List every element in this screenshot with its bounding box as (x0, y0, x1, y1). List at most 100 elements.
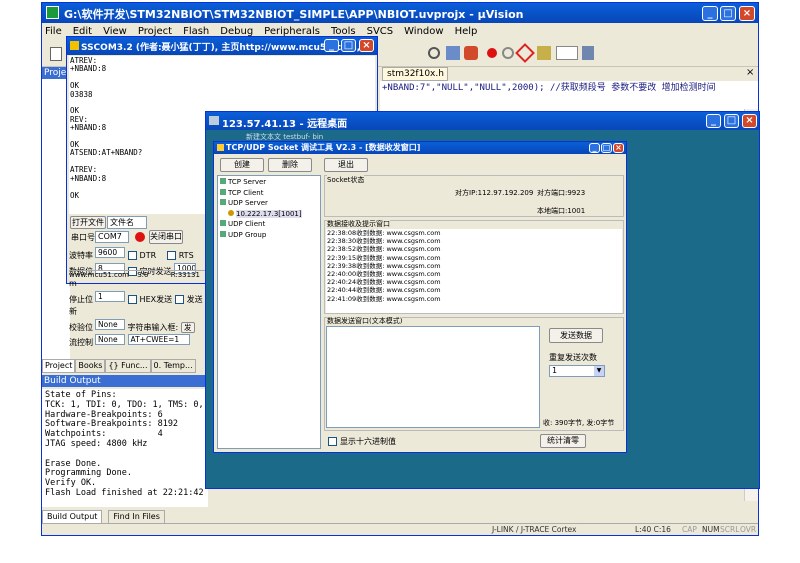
sscom-maximize-button[interactable]: □ (341, 39, 356, 52)
socket-tree: TCP Server TCP Client UDP Server 10.222.… (217, 175, 321, 449)
website-label: www.mcu51.com (69, 271, 129, 279)
build-output-title: Build Output (44, 376, 101, 386)
tree-udp-group[interactable]: UDP Group (220, 230, 320, 241)
minimize-button[interactable]: _ (702, 6, 718, 21)
computer-icon (220, 220, 226, 226)
tcpudp-titlebar: TCP/UDP Socket 调试工具 V2.3 - [数据收发窗口] _ □ … (214, 142, 626, 154)
code-line: +NBAND:7","NULL","NULL",2000); //获取频段号 参… (382, 83, 716, 93)
computer-icon (220, 188, 226, 195)
sscom-log-line: OK (70, 81, 80, 91)
menu-window[interactable]: Window (404, 26, 443, 37)
create-button[interactable]: 创建 (220, 158, 264, 172)
tree-udp-server[interactable]: UDP Server (220, 198, 320, 209)
menu-help[interactable]: Help (455, 26, 478, 37)
peer-port: 对方端口:9923 (537, 189, 586, 197)
open-file-button[interactable]: 打开文件 (70, 216, 106, 229)
port-select[interactable]: COM7 (95, 231, 129, 243)
build-output-line: JTAG speed: 4800 kHz (45, 438, 148, 449)
status-position: L:40 C:16 (635, 525, 671, 534)
tab-functions[interactable]: {} Func... (105, 359, 151, 373)
remote-titlebar: 123.57.41.13 - 远程桌面 _ □ × (206, 112, 759, 130)
tab-project[interactable]: Project (42, 359, 76, 373)
tab-build-output[interactable]: Build Output (42, 510, 103, 524)
receive-count: R:33131 (170, 271, 200, 279)
sscom-icon (70, 41, 79, 50)
tool-icon-3[interactable] (502, 47, 514, 59)
tool-icon-2[interactable] (464, 46, 478, 60)
tab-find-in-files[interactable]: Find In Files (108, 510, 165, 524)
rts-label: RTS (178, 251, 194, 260)
receive-log-line: 22:40:00收到数据: www.csgsm.com (327, 270, 441, 279)
flow-select[interactable]: None (95, 334, 125, 345)
dtr-checkbox[interactable] (127, 251, 137, 260)
parity-label: 校验位 (69, 322, 93, 332)
tcpudp-maximize-button[interactable]: □ (601, 143, 612, 153)
network-icon (228, 209, 234, 216)
send-input-field[interactable]: AT+CWEE=1 (127, 334, 190, 345)
tree-tcp-client[interactable]: TCP Client (220, 188, 320, 199)
status-ovr: OVR (740, 525, 757, 534)
tool-icon-1[interactable] (446, 46, 460, 60)
chevron-down-icon[interactable]: ▼ (594, 366, 604, 376)
close-button[interactable]: × (739, 6, 755, 21)
build-output-text: State of Pins: TCK: 1, TDI: 0, TDO: 1, TM… (42, 389, 208, 507)
socket-status-label: Socket状态 (327, 175, 365, 185)
send-count: S:0 (137, 271, 149, 279)
baud-select[interactable]: 9600 (95, 247, 125, 258)
tab-templates[interactable]: 0. Temp... (150, 359, 196, 373)
maximize-button[interactable]: □ (720, 6, 736, 21)
rts-checkbox[interactable] (166, 251, 176, 260)
wrench-icon[interactable] (582, 46, 594, 60)
clear-stats-button[interactable]: 统计清零 (540, 434, 586, 448)
menu-file[interactable]: File (45, 26, 62, 37)
code-editor[interactable]: +NBAND:7","NULL","NULL",2000); //获取频段号 参… (380, 81, 758, 111)
remote-close-button[interactable]: × (742, 114, 757, 128)
send-text-area[interactable] (326, 326, 540, 428)
tree-tcp-server[interactable]: TCP Server (220, 177, 320, 188)
parity-select[interactable]: None (95, 318, 125, 330)
tool-icon-4[interactable] (515, 43, 535, 63)
port-label: 串口号 (71, 233, 95, 242)
output-tabs: Build Output Find In Files (42, 510, 342, 524)
breakpoint-icon[interactable] (487, 48, 497, 58)
file-name-field[interactable]: 文件名 (107, 216, 147, 229)
sscom-minimize-button[interactable]: _ (324, 39, 339, 52)
hex-display-row: 显示十六进制值 (328, 436, 396, 447)
panel-tabs: Project Books{} Func... 0. Temp... (42, 359, 208, 373)
sscom-close-button[interactable]: × (359, 39, 374, 52)
new-file-icon[interactable] (50, 47, 62, 61)
status-debugger: J-LINK / J-TRACE Cortex (492, 525, 577, 534)
receive-log[interactable]: 22:38:08收到数据: www.csgsm.com 22:38:30收到数据:… (326, 229, 622, 313)
close-port-button[interactable]: 关闭串口 (149, 230, 183, 244)
tool-icon-5[interactable] (537, 46, 551, 60)
tool-icon-6[interactable] (556, 46, 578, 60)
sscom-log-line: 03838 (70, 89, 93, 99)
repeat-label: 重复发送次数 (549, 353, 597, 362)
editor-tab[interactable]: stm32f10x.h (382, 67, 448, 81)
send-button[interactable]: 发 (180, 321, 195, 333)
sscom-log-line (70, 99, 375, 107)
stopbits-label: 停止位 (69, 294, 93, 304)
tcpudp-close-button[interactable]: × (613, 143, 624, 153)
peer-ip: 对方IP:112.97.192.209 (455, 189, 534, 197)
delete-button[interactable]: 删除 (268, 158, 312, 172)
receive-log-line: 22:39:38收到数据: www.csgsm.com (327, 261, 441, 270)
build-output-header: Build Output (42, 375, 208, 387)
remote-maximize-button[interactable]: □ (724, 114, 739, 128)
editor-close-icon[interactable]: × (746, 67, 754, 78)
hex-send-label: HEX发送 (139, 294, 173, 304)
exit-button[interactable]: 退出 (324, 158, 368, 172)
send-newline-checkbox[interactable] (174, 294, 184, 304)
repeat-select[interactable]: 1 ▼ (549, 365, 605, 377)
tab-books[interactable]: Books (75, 359, 106, 373)
tree-udp-client[interactable]: UDP Client (220, 219, 320, 230)
tree-udp-child[interactable]: 10.222.17.3[1001] (220, 209, 320, 220)
hex-display-checkbox[interactable] (328, 437, 337, 446)
sscom-titlebar: SSCOM3.2 (作者:聂小猛(丁丁), 主页http://www.mcu51… (67, 37, 377, 55)
tcpudp-minimize-button[interactable]: _ (589, 143, 600, 153)
stopbits-select[interactable]: 1 (95, 290, 125, 302)
hex-send-checkbox[interactable] (127, 294, 137, 304)
send-data-button[interactable]: 发送数据 (549, 328, 603, 343)
remote-minimize-button[interactable]: _ (706, 114, 721, 128)
find-icon[interactable] (428, 47, 440, 59)
